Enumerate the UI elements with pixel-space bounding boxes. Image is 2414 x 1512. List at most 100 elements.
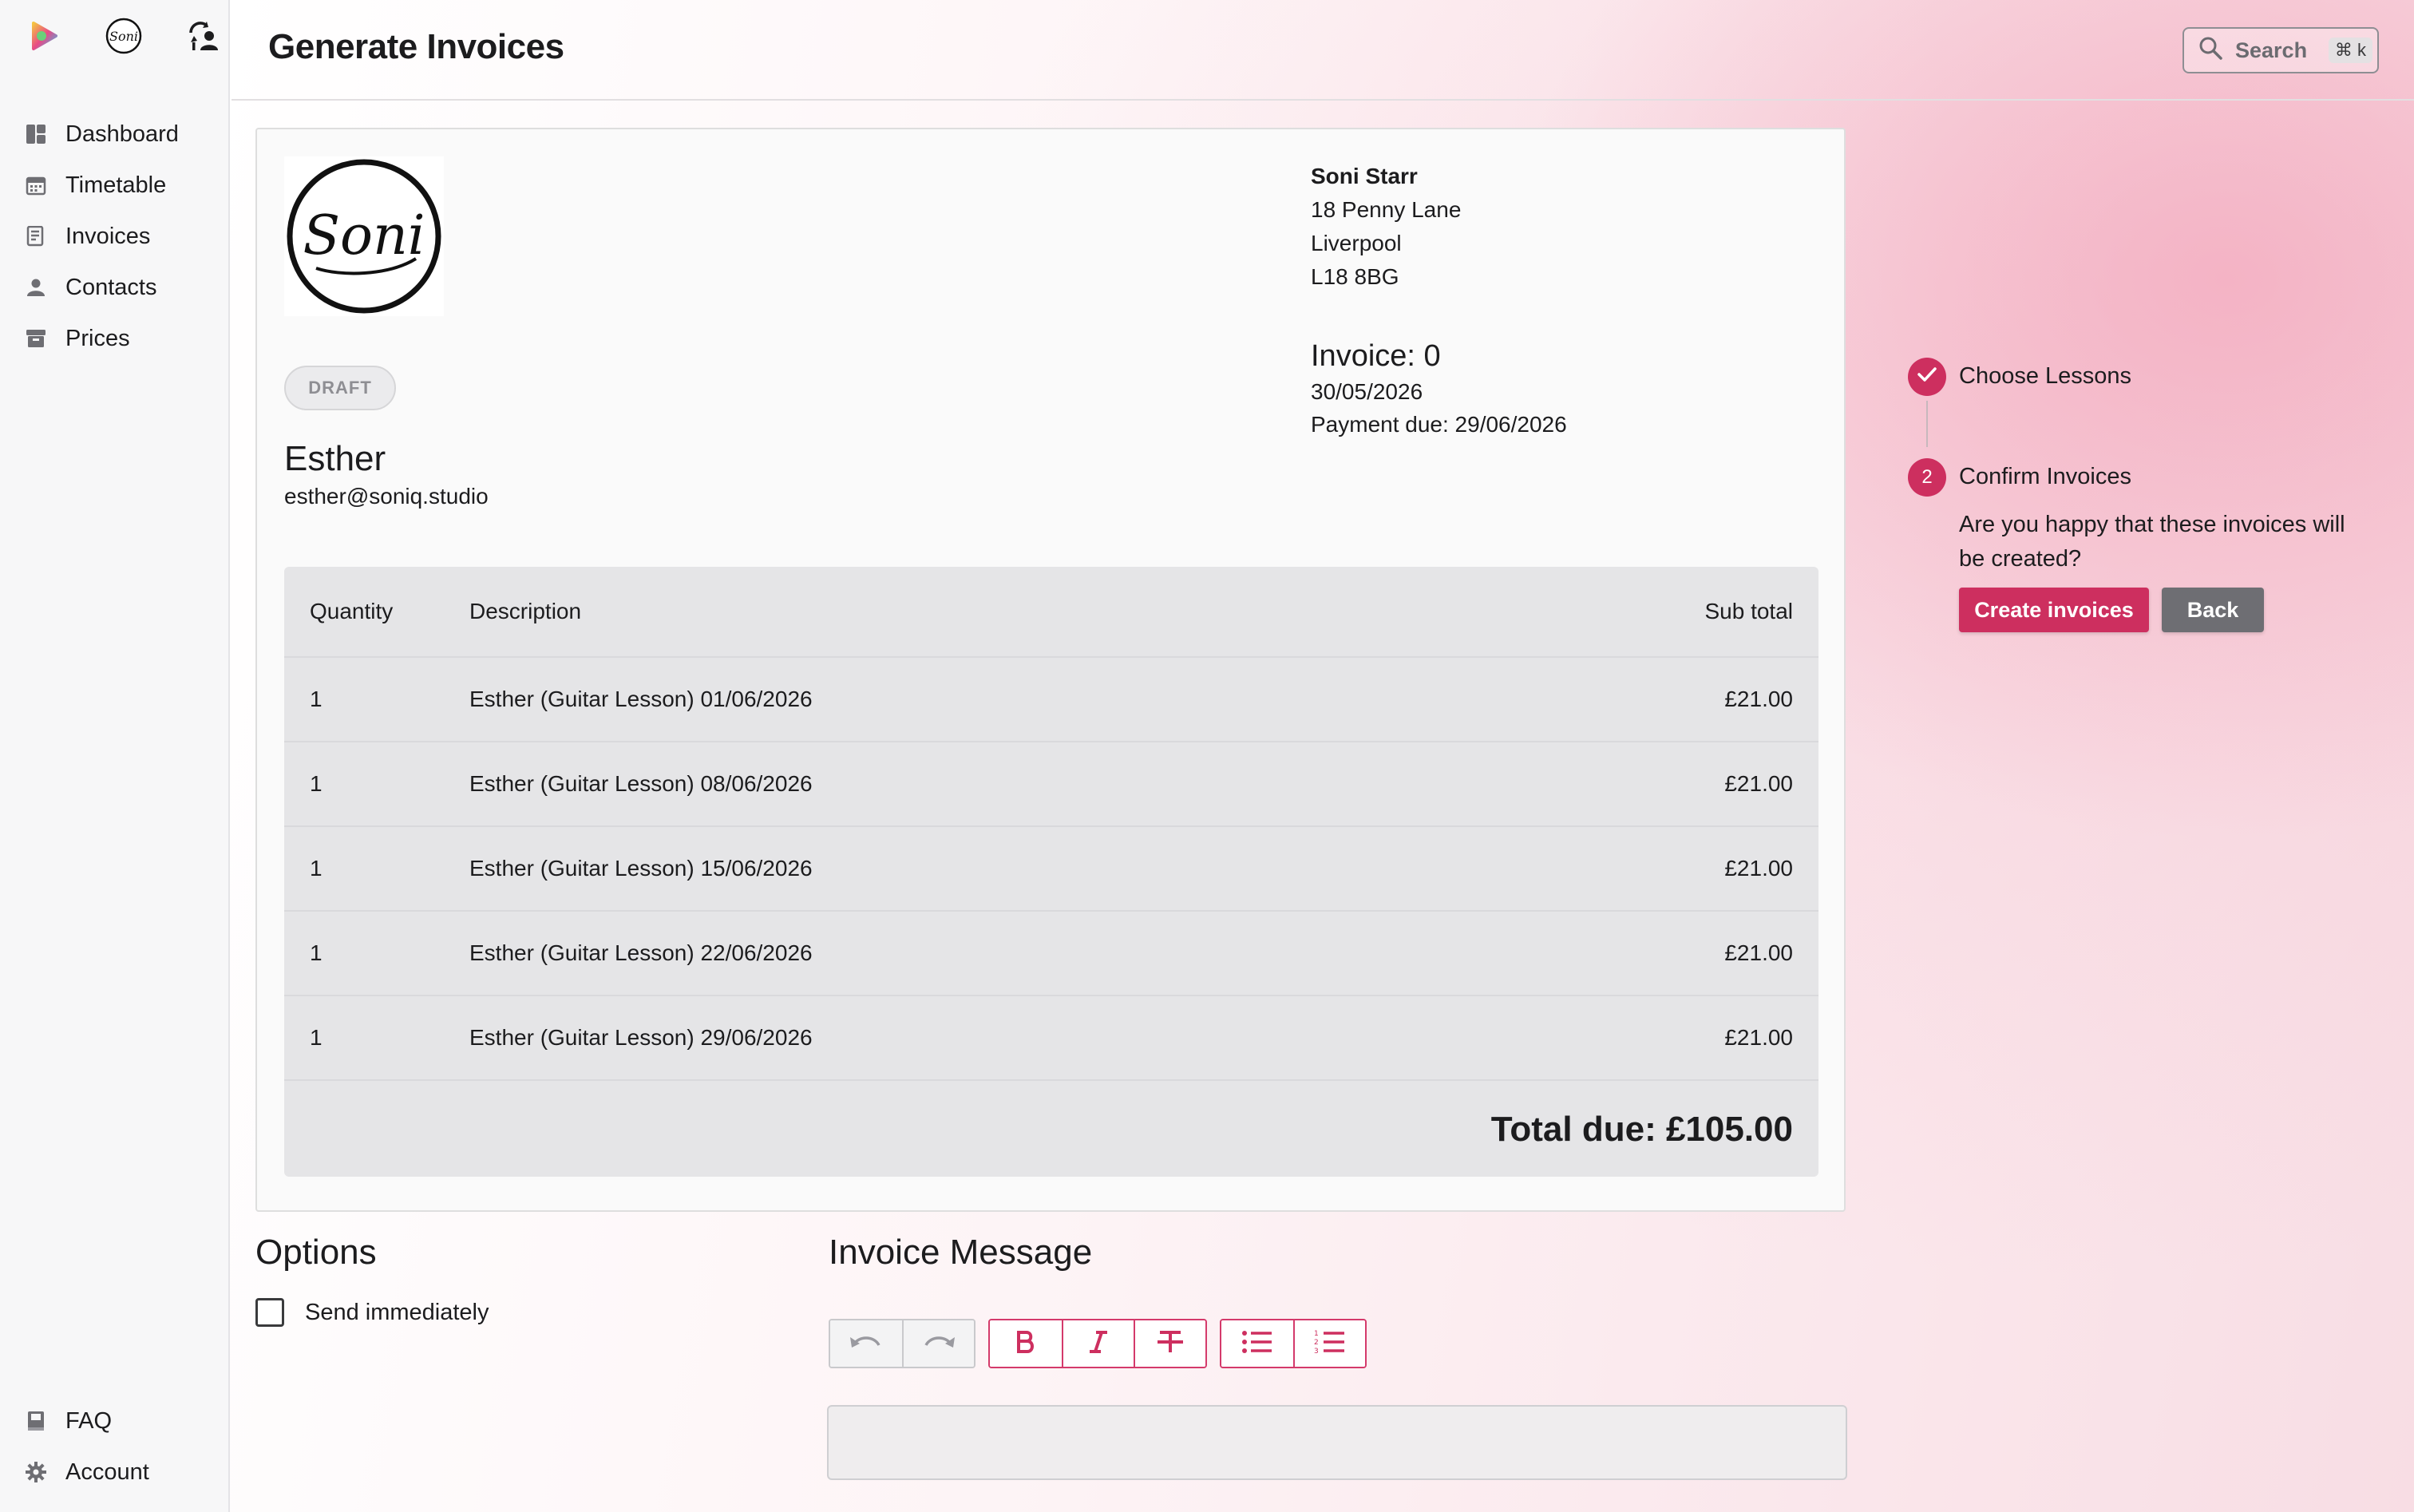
svg-text:3: 3 (1314, 1348, 1319, 1355)
send-immediately-checkbox[interactable] (255, 1298, 284, 1327)
switch-user-icon[interactable] (184, 16, 224, 56)
calendar-icon (24, 173, 48, 197)
row-quantity: 1 (310, 856, 323, 881)
confirm-question: Are you happy that these invoices will b… (1959, 512, 2345, 572)
sender-address: Soni Starr 18 Penny Lane Liverpool L18 8… (1311, 160, 1461, 294)
editor-toolbar: 123 (829, 1319, 1367, 1368)
row-description: Esther (Guitar Lesson) 22/06/2026 (469, 940, 813, 965)
table-row: 1 Esther (Guitar Lesson) 29/06/2026 £21.… (284, 996, 1818, 1081)
table-row: 1 Esther (Guitar Lesson) 15/06/2026 £21.… (284, 827, 1818, 912)
invoice-number: Invoice: 0 (1311, 339, 1441, 373)
sidebar-item-label: Account (65, 1459, 149, 1485)
row-subtotal: £21.00 (1724, 940, 1793, 965)
invoice-date: 30/05/2026 (1311, 379, 1423, 404)
step-number-badge: 2 (1908, 458, 1946, 497)
sidebar-item-label: Invoices (65, 223, 151, 249)
app-logo-icon[interactable] (24, 16, 64, 56)
row-description: Esther (Guitar Lesson) 29/06/2026 (469, 1025, 813, 1050)
row-subtotal: £21.00 (1724, 771, 1793, 796)
customer-name: Esther (284, 439, 386, 478)
strikethrough-icon (1157, 1330, 1184, 1358)
sidebar-top-icons: Soni (24, 16, 224, 56)
step-choose-lessons: Choose Lessons (1959, 363, 2132, 389)
numbered-list-icon: 123 (1314, 1329, 1346, 1359)
row-description: Esther (Guitar Lesson) 08/06/2026 (469, 771, 813, 796)
search-button[interactable]: Search ⌘ k (2182, 27, 2379, 73)
create-invoices-button[interactable]: Create invoices (1959, 588, 2149, 632)
page-title: Generate Invoices (268, 27, 564, 66)
list-group: 123 (1220, 1319, 1367, 1368)
italic-button[interactable] (1062, 1320, 1134, 1367)
bullet-list-button[interactable] (1221, 1320, 1293, 1367)
format-group (988, 1319, 1207, 1368)
row-quantity: 1 (310, 940, 323, 965)
invoice-meta: Invoice: 0 30/05/2026 Payment due: 29/06… (1311, 337, 1567, 441)
search-icon (2198, 36, 2222, 65)
sidebar-item-account[interactable]: Account (24, 1447, 149, 1498)
invoice-message-editor[interactable] (827, 1405, 1847, 1480)
options-heading: Options (255, 1233, 377, 1272)
column-header-subtotal: Sub total (1704, 599, 1793, 623)
customer-email: esther@soniq.studio (284, 484, 489, 509)
sender-address-line: L18 8BG (1311, 264, 1399, 289)
column-header-quantity: Quantity (310, 599, 394, 623)
sidebar-item-label: Dashboard (65, 121, 179, 147)
row-subtotal: £21.00 (1724, 856, 1793, 881)
numbered-list-button[interactable]: 123 (1293, 1320, 1365, 1367)
sidebar: Soni Dashboard Timetable Invoices Contac… (0, 0, 230, 1512)
row-description: Esther (Guitar Lesson) 15/06/2026 (469, 856, 813, 881)
row-quantity: 1 (310, 771, 323, 796)
step-connector (1926, 401, 1928, 447)
user-icon (24, 275, 48, 299)
book-icon (24, 1409, 48, 1433)
svg-text:2: 2 (1314, 1339, 1319, 1347)
svg-text:1: 1 (1314, 1330, 1319, 1338)
sender-address-line: Liverpool (1311, 231, 1402, 255)
sidebar-item-prices[interactable]: Prices (24, 313, 179, 364)
row-subtotal: £21.00 (1724, 687, 1793, 711)
bullet-list-icon (1241, 1330, 1273, 1358)
svg-text:Soni: Soni (109, 29, 138, 44)
undo-button[interactable] (830, 1320, 902, 1367)
step-complete-indicator (1908, 358, 1946, 396)
undo-icon (849, 1332, 884, 1356)
search-label: Search (2235, 38, 2308, 62)
column-header-description: Description (469, 599, 582, 623)
sidebar-item-faq[interactable]: FAQ (24, 1395, 149, 1447)
business-logo: Soni (284, 156, 444, 316)
total-due: Total due: £105.00 (1490, 1110, 1793, 1149)
send-immediately-option[interactable]: Send immediately (255, 1298, 489, 1327)
row-quantity: 1 (310, 1025, 323, 1050)
invoice-icon (24, 224, 48, 248)
sidebar-item-contacts[interactable]: Contacts (24, 262, 179, 313)
table-header: Quantity Description Sub total (284, 567, 1818, 658)
italic-icon (1088, 1330, 1109, 1358)
sidebar-item-invoices[interactable]: Invoices (24, 211, 179, 262)
sidebar-nav: Dashboard Timetable Invoices Contacts Pr… (24, 109, 179, 364)
history-group (829, 1319, 975, 1368)
status-badge: DRAFT (284, 366, 396, 410)
bold-button[interactable] (990, 1320, 1062, 1367)
dashboard-icon (24, 122, 48, 146)
bold-icon (1015, 1330, 1036, 1358)
strikethrough-button[interactable] (1134, 1320, 1205, 1367)
redo-icon (921, 1332, 956, 1356)
sender-name: Soni Starr (1311, 164, 1418, 188)
send-immediately-label: Send immediately (305, 1299, 489, 1325)
svg-text:Soni: Soni (303, 204, 425, 267)
sidebar-item-timetable[interactable]: Timetable (24, 160, 179, 211)
back-button[interactable]: Back (2162, 588, 2264, 632)
table-row: 1 Esther (Guitar Lesson) 22/06/2026 £21.… (284, 912, 1818, 996)
soni-logo-icon[interactable]: Soni (104, 16, 144, 56)
page-header: Generate Invoices Search ⌘ k (232, 0, 2414, 101)
sidebar-item-label: Contacts (65, 274, 157, 300)
sidebar-item-label: Timetable (65, 172, 167, 198)
check-icon (1917, 366, 1937, 389)
invoice-message-heading: Invoice Message (829, 1233, 1093, 1272)
sidebar-item-dashboard[interactable]: Dashboard (24, 109, 179, 160)
redo-button[interactable] (902, 1320, 974, 1367)
sender-address-line: 18 Penny Lane (1311, 197, 1462, 222)
archive-icon (24, 327, 48, 350)
sidebar-footer: FAQ Account (24, 1395, 149, 1498)
payment-due: Payment due: 29/06/2026 (1311, 412, 1567, 437)
